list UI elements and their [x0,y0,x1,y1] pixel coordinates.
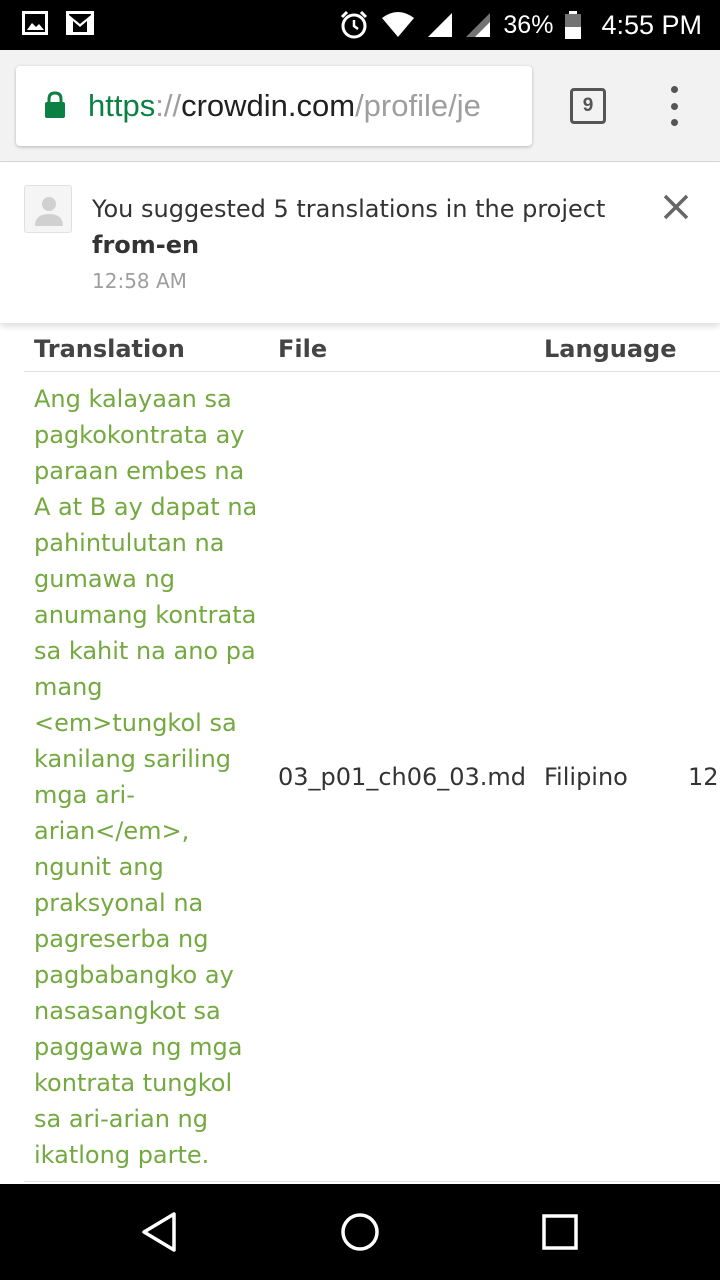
navigation-bar [0,1184,720,1280]
back-icon[interactable] [138,1210,182,1254]
url-host: crowdin.com [181,88,356,123]
user-placeholder-icon [35,197,63,226]
notification-time: 12:58 AM [92,269,187,293]
column-header-translation: Translation [34,335,185,363]
url-separator: :// [155,88,182,123]
tab-switcher-button[interactable]: 9 [570,88,606,124]
column-header-file: File [278,335,328,363]
browser-toolbar: https://crowdin.com/profile/je 9 [0,50,720,162]
url-text[interactable]: https://crowdin.com/profile/je [88,66,481,146]
url-scheme: https [88,88,156,123]
overflow-menu-button[interactable] [660,86,688,126]
dot-icon [670,119,678,126]
clock: 4:55 PM [601,9,702,40]
divider [24,371,720,372]
notification-message: You suggested 5 translations in the proj… [92,191,632,263]
notification-card: You suggested 5 translations in the proj… [0,163,720,323]
image-icon [22,11,48,35]
tab-count: 9 [582,95,594,116]
lock-icon [45,91,65,118]
notification-text: You suggested 5 translations in the proj… [92,195,606,223]
dot-icon [670,102,678,110]
notification-project-link[interactable]: from-en [92,231,199,259]
wifi-icon [382,12,415,37]
url-path: /profile/je [355,88,481,123]
close-icon[interactable] [660,191,692,223]
signal-icon [428,13,453,37]
signal-icon [466,13,491,37]
recents-icon[interactable] [538,1210,582,1254]
home-icon[interactable] [338,1210,382,1254]
address-bar[interactable]: https://crowdin.com/profile/je [16,66,532,146]
dot-icon [670,86,678,93]
gmail-icon [66,11,94,35]
column-header-language: Language [544,335,677,363]
avatar [24,185,72,233]
battery-percent: 36% [503,10,554,39]
divider [24,1181,720,1182]
file-cell: 03_p01_ch06_03.md [278,763,527,791]
translation-cell[interactable]: Ang kalayaan sa pagkokontrata ay paraan … [34,381,264,1173]
alarm-icon [341,10,368,39]
activity-table: Translation File Language Ang kalayaan s… [0,323,720,1184]
time-cell: 12: [688,763,720,791]
language-cell: Filipino [544,763,628,791]
battery-icon [565,11,582,39]
status-bar: 36% 4:55 PM [0,0,720,50]
